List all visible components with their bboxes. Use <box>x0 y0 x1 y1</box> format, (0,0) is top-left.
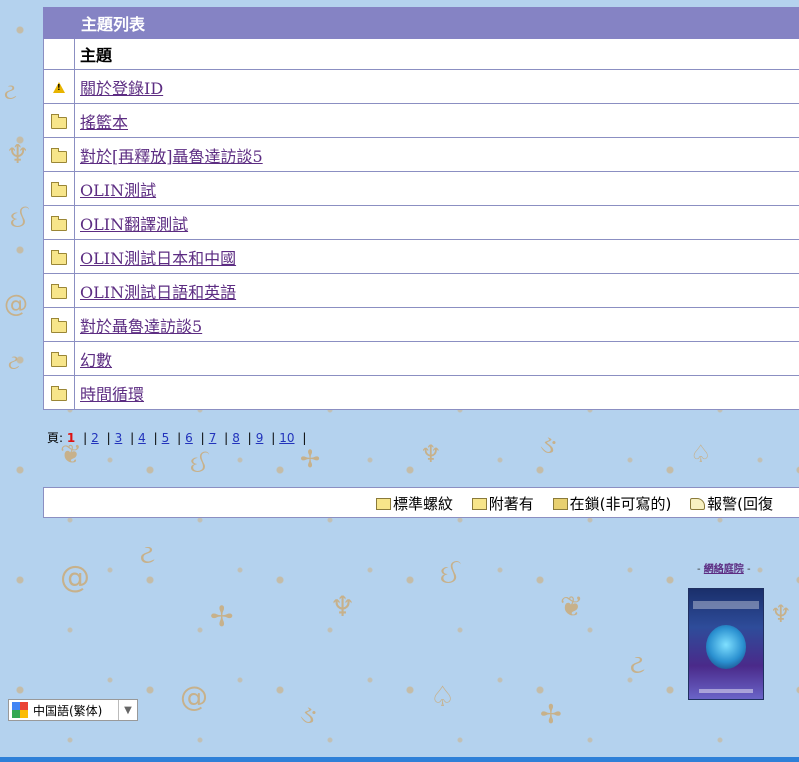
table-row: OLIN測試日本和中國 <box>43 239 799 274</box>
topic-list-header: 主題列表 <box>43 7 799 39</box>
folder-icon <box>51 216 67 231</box>
chevron-down-icon[interactable]: ▼ <box>118 700 137 720</box>
alarm-icon <box>690 497 706 510</box>
folder-icon <box>376 497 391 510</box>
legend-item-alarm: 報警(回復 <box>690 495 773 513</box>
folder-icon <box>51 182 67 197</box>
topic-link[interactable]: OLIN翻譯測試 <box>80 215 188 234</box>
title-column-header: 主題 <box>74 38 799 70</box>
bottom-edge <box>0 757 799 762</box>
pagination: 頁: 1 | 2 | 3 | 4 | 5 | 6 | 7 | 8 | 9 | 10 | <box>47 431 307 445</box>
topic-list-table: 主題列表 主題 關於登錄ID 搖籃本 對於[再釋放]聶魯達訪談5 OLIN測試 … <box>43 7 799 410</box>
topic-link[interactable]: OLIN測試 <box>80 181 156 200</box>
google-logo-icon <box>12 702 28 718</box>
warning-icon <box>53 82 65 93</box>
net-courtyard-link-box: - 網絡庭院 - <box>697 564 751 575</box>
page-link[interactable]: 4 <box>138 431 146 445</box>
selected-language: 中国語(繁体) <box>33 703 103 718</box>
table-row: OLIN測試 <box>43 171 799 206</box>
legend-item-attachment: 附著有 <box>471 495 539 513</box>
folder-icon <box>51 284 67 299</box>
topic-link[interactable]: 對於聶魯達訪談5 <box>80 317 202 336</box>
icon-column-header <box>43 38 75 70</box>
table-row: 搖籃本 <box>43 103 799 138</box>
legend-item-standard: 標準螺紋 <box>376 495 458 513</box>
table-row: 關於登錄ID <box>43 69 799 104</box>
folder-icon <box>51 318 67 333</box>
table-row: 時間循環 <box>43 375 799 410</box>
page-link[interactable]: 9 <box>256 431 264 445</box>
language-select[interactable]: 中国語(繁体) ▼ <box>8 699 138 721</box>
page-link[interactable]: 2 <box>91 431 99 445</box>
page-link[interactable]: 3 <box>115 431 123 445</box>
table-row: 對於[再釋放]聶魯達訪談5 <box>43 137 799 172</box>
legend-item-locked: 在鎖(非可寫的) <box>552 495 677 513</box>
pager-label: 頁: <box>47 431 64 445</box>
book-cover-image[interactable] <box>688 588 764 700</box>
page-link[interactable]: 6 <box>185 431 193 445</box>
topic-link[interactable]: 搖籃本 <box>80 113 128 132</box>
table-row: 幻數 <box>43 341 799 376</box>
folder-icon <box>51 386 67 401</box>
topic-link[interactable]: 時間循環 <box>80 385 144 404</box>
topic-link[interactable]: 幻數 <box>80 351 112 370</box>
lock-icon <box>552 497 568 510</box>
page-link[interactable]: 10 <box>279 431 294 445</box>
net-courtyard-link[interactable]: 網絡庭院 <box>704 564 744 575</box>
page-link[interactable]: 7 <box>209 431 217 445</box>
topic-link[interactable]: OLIN測試日語和英語 <box>80 283 236 302</box>
table-row: OLIN翻譯測試 <box>43 205 799 240</box>
icon-legend: 標準螺紋 附著有 在鎖(非可寫的) 報警(回復 <box>43 487 799 518</box>
folder-icon <box>51 352 67 367</box>
page-link[interactable]: 5 <box>162 431 170 445</box>
topic-link[interactable]: 對於[再釋放]聶魯達訪談5 <box>80 147 263 166</box>
topic-link[interactable]: 關於登錄ID <box>80 79 163 98</box>
folder-icon <box>51 114 67 129</box>
table-row: 對於聶魯達訪談5 <box>43 307 799 342</box>
topic-link[interactable]: OLIN測試日本和中國 <box>80 249 236 268</box>
table-row: OLIN測試日語和英語 <box>43 273 799 308</box>
attachment-icon <box>471 497 487 510</box>
page-link[interactable]: 8 <box>232 431 240 445</box>
current-page: 1 <box>66 431 76 445</box>
folder-icon <box>51 250 67 265</box>
folder-icon <box>51 148 67 163</box>
